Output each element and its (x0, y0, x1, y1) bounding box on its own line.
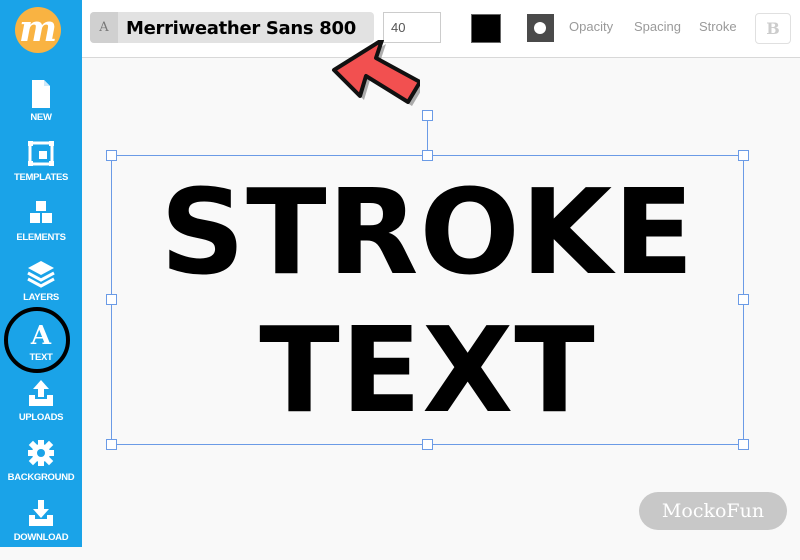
sidebar-item-label: BACKGROUND (7, 472, 75, 483)
sidebar-item-label: NEW (30, 112, 52, 123)
resize-handle-left[interactable] (106, 294, 117, 305)
download-icon (29, 500, 53, 526)
spacing-button[interactable]: Spacing (634, 19, 681, 34)
highlight-circle (4, 307, 70, 373)
circle-icon (534, 22, 546, 34)
sidebar-item-label: TEMPLATES (13, 172, 69, 183)
resize-handle-top-left[interactable] (106, 150, 117, 161)
text-color-button[interactable] (471, 14, 501, 43)
watermark: MockoFun (639, 492, 787, 530)
templates-icon (28, 141, 54, 166)
sidebar-item-new[interactable]: NEW (0, 80, 82, 140)
font-family-select[interactable]: A Merriweather Sans 800 (90, 12, 374, 43)
arrow-pointer-icon (332, 40, 420, 106)
sidebar-item-uploads[interactable]: UPLOADS (0, 380, 82, 440)
logo-letter: m (18, 8, 58, 50)
sidebar-item-label: ELEMENTS (16, 232, 66, 243)
resize-handle-top[interactable] (422, 150, 433, 161)
resize-handle-bottom-left[interactable] (106, 439, 117, 450)
stroke-button[interactable]: Stroke (699, 19, 737, 34)
bold-button[interactable]: B (755, 13, 791, 44)
upload-icon (29, 380, 53, 406)
shadow-button[interactable] (527, 14, 554, 42)
sidebar: m NEW TEMPLATES ELEMENTS LAYERS A TEXT U… (0, 0, 82, 547)
resize-handle-bottom-right[interactable] (738, 439, 749, 450)
resize-handle-top-right[interactable] (738, 150, 749, 161)
sidebar-item-label: DOWNLOAD (13, 532, 69, 543)
toolbar: A Merriweather Sans 800 40 Opacity Spaci… (82, 0, 800, 58)
sidebar-item-background[interactable]: BACKGROUND (0, 440, 82, 500)
font-icon: A (90, 12, 118, 43)
sidebar-item-templates[interactable]: TEMPLATES (0, 140, 82, 200)
sidebar-item-label: LAYERS (23, 292, 59, 303)
resize-handle-right[interactable] (738, 294, 749, 305)
resize-handle-bottom[interactable] (422, 439, 433, 450)
selection-box (111, 155, 744, 445)
layers-icon (27, 261, 55, 288)
app-logo[interactable]: m (15, 7, 61, 53)
sidebar-item-elements[interactable]: ELEMENTS (0, 200, 82, 260)
opacity-button[interactable]: Opacity (569, 19, 613, 34)
sidebar-item-download[interactable]: DOWNLOAD (0, 500, 82, 560)
rotate-handle[interactable] (422, 110, 433, 121)
file-icon (32, 80, 50, 108)
font-size-input[interactable]: 40 (383, 12, 441, 43)
gear-icon (28, 440, 54, 466)
cubes-icon (30, 201, 52, 223)
sidebar-item-label: UPLOADS (18, 412, 64, 423)
